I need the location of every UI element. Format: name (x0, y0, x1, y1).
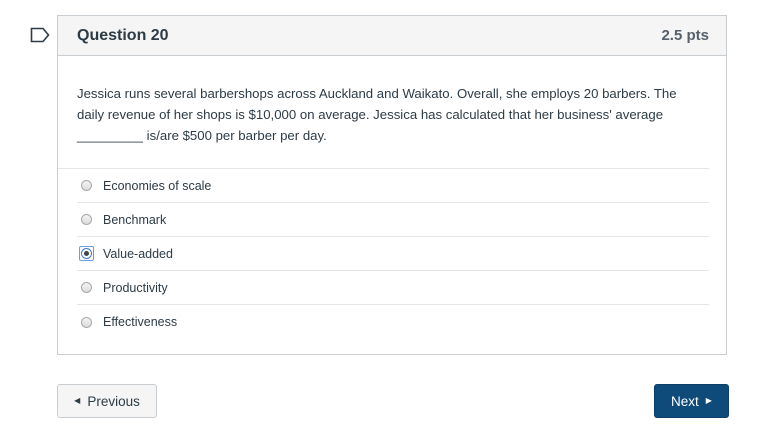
next-label: Next (671, 393, 699, 409)
answer-label[interactable]: Value-added (103, 247, 173, 261)
answer-label[interactable]: Effectiveness (103, 315, 177, 329)
radio-button-selected[interactable] (81, 248, 92, 259)
caret-right-icon: ▶ (705, 396, 712, 405)
bookmark-icon[interactable] (30, 27, 50, 43)
answer-option[interactable]: Effectiveness (77, 305, 709, 339)
answer-label[interactable]: Economies of scale (103, 179, 211, 193)
radio-button[interactable] (81, 214, 92, 225)
answer-option[interactable]: Economies of scale (77, 169, 709, 203)
radio-button[interactable] (81, 316, 92, 328)
answer-label[interactable]: Benchmark (103, 213, 166, 227)
next-button[interactable]: Next ▶ (654, 384, 729, 418)
answer-option[interactable]: Benchmark (77, 203, 709, 237)
radio-focus-ring (79, 246, 94, 261)
question-points: 2.5 pts (661, 27, 709, 44)
answer-option[interactable]: Productivity (77, 271, 709, 305)
radio-button[interactable] (81, 282, 92, 293)
previous-button[interactable]: ◀ Previous (57, 384, 157, 418)
previous-label: Previous (87, 393, 140, 409)
quiz-page: Question 20 2.5 pts Jessica runs several… (0, 0, 761, 433)
question-card: Question 20 2.5 pts Jessica runs several… (57, 15, 727, 355)
caret-left-icon: ◀ (74, 396, 81, 405)
question-text: Jessica runs several barbershops across … (58, 56, 709, 169)
question-header: Question 20 2.5 pts (58, 16, 726, 56)
answer-list: Economies of scale Benchmark Value-added… (77, 169, 709, 339)
question-title: Question 20 (77, 26, 169, 44)
answer-label[interactable]: Productivity (103, 281, 168, 295)
answer-option[interactable]: Value-added (77, 237, 709, 271)
radio-button[interactable] (81, 180, 92, 191)
